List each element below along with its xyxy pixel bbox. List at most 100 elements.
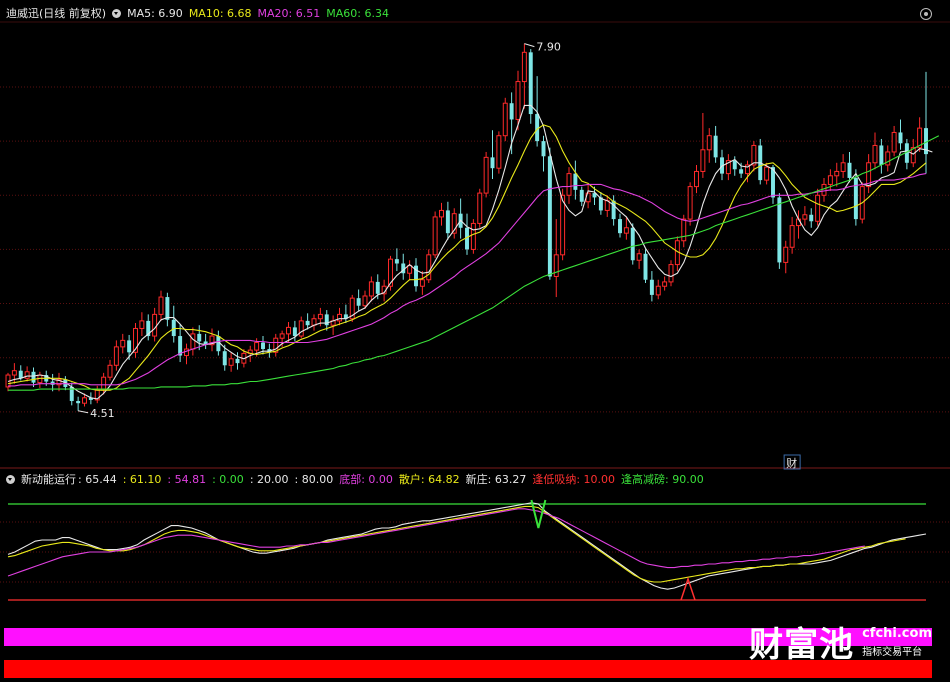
candle xyxy=(598,192,603,215)
candle xyxy=(11,363,17,384)
candle-body xyxy=(560,194,566,256)
candle-body xyxy=(706,135,712,151)
candle xyxy=(349,294,355,322)
candle xyxy=(904,138,909,170)
candle-body xyxy=(197,333,202,342)
candle-body xyxy=(292,327,297,337)
candle-body xyxy=(368,281,374,297)
candle xyxy=(120,333,126,354)
candle-body xyxy=(165,297,170,320)
candle-body xyxy=(317,313,323,320)
watermark-logo: 财富池 cfchi.com 指标交易平台 xyxy=(749,617,932,666)
candle xyxy=(623,216,629,240)
candle xyxy=(643,249,648,283)
candle xyxy=(502,97,508,142)
candle xyxy=(866,154,872,194)
candle xyxy=(827,169,833,191)
candle-body xyxy=(356,298,361,306)
indicator-line-2 xyxy=(7,508,865,577)
candle xyxy=(24,366,30,382)
candle xyxy=(891,125,897,157)
candle-body xyxy=(732,160,737,170)
candle-body xyxy=(668,264,674,283)
candle xyxy=(879,138,884,174)
candle xyxy=(553,219,559,298)
candle xyxy=(37,371,43,389)
candle-body xyxy=(228,358,234,366)
candle xyxy=(107,359,113,381)
candle xyxy=(146,314,151,341)
candle xyxy=(898,119,903,150)
buy-signal-marker xyxy=(680,576,696,601)
candle xyxy=(706,128,712,163)
candle xyxy=(579,186,584,207)
candle xyxy=(5,372,11,392)
candle-body xyxy=(802,214,808,220)
candle-body xyxy=(809,214,814,222)
candle-body xyxy=(566,173,572,196)
candle xyxy=(235,352,240,370)
candle xyxy=(401,253,406,280)
candle xyxy=(490,130,495,180)
candle xyxy=(834,162,840,187)
candle-body xyxy=(535,114,540,142)
candle xyxy=(847,151,852,183)
candle-body xyxy=(649,279,654,295)
candle-body xyxy=(82,397,87,404)
candle xyxy=(439,202,444,226)
candle-body xyxy=(127,340,132,353)
candle xyxy=(113,340,119,371)
candle-body xyxy=(891,131,897,153)
candle xyxy=(872,132,878,170)
ma-line-ma20 xyxy=(8,173,927,387)
candle-body xyxy=(623,227,629,234)
candle xyxy=(470,219,476,254)
candle-body xyxy=(579,189,584,202)
candle-body xyxy=(235,358,240,364)
candle xyxy=(636,249,642,269)
candle xyxy=(809,208,814,228)
candle-body xyxy=(439,209,444,218)
candle xyxy=(184,343,189,365)
candle-body xyxy=(834,170,840,177)
candle xyxy=(337,307,342,326)
candle xyxy=(687,182,693,226)
candle-body xyxy=(662,281,668,287)
candle-body xyxy=(407,265,413,274)
candle xyxy=(477,188,483,228)
candle xyxy=(541,135,546,172)
candle-body xyxy=(120,339,126,348)
candle xyxy=(758,138,763,185)
candle xyxy=(76,396,81,411)
candle xyxy=(368,276,374,302)
candle-body xyxy=(152,313,158,337)
candle xyxy=(604,195,610,217)
candle xyxy=(407,260,413,280)
candle-body xyxy=(827,175,833,185)
candle xyxy=(343,304,348,324)
candle-body xyxy=(375,281,380,294)
candle-body xyxy=(713,135,718,158)
high-price-label: 7.90 xyxy=(536,41,561,54)
candle xyxy=(426,249,432,283)
candle xyxy=(611,195,616,226)
candle xyxy=(445,201,450,240)
candle-body xyxy=(18,370,23,379)
candle-body xyxy=(528,52,533,115)
candle xyxy=(649,271,654,302)
candle-body xyxy=(847,162,852,178)
candle xyxy=(700,112,706,178)
candle xyxy=(713,125,718,163)
candle-body xyxy=(222,351,227,366)
candle xyxy=(133,323,138,358)
candle-body xyxy=(789,225,795,248)
candle xyxy=(783,240,789,274)
candle xyxy=(694,164,699,194)
candle-body xyxy=(739,169,744,174)
candle xyxy=(228,352,234,372)
candle-body xyxy=(362,295,368,307)
candle xyxy=(547,147,552,280)
low-price-label: 4.51 xyxy=(90,407,115,420)
candle-body xyxy=(426,254,432,281)
ma-line-ma5 xyxy=(7,104,933,400)
